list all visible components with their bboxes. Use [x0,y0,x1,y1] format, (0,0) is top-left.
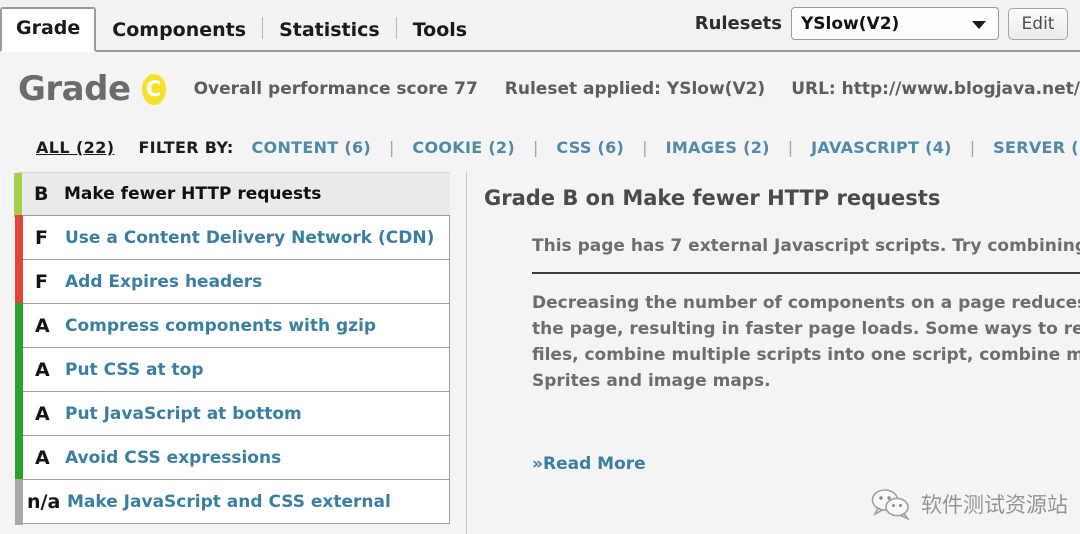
detail-body-line: files, combine multiple scripts into one… [532,345,1080,365]
grade-summary: Grade C Overall performance score 77 Rul… [18,62,1080,116]
rule-name-link[interactable]: Add Expires headers [65,272,262,292]
page-url: URL: http://www.blogjava.net/ [791,79,1080,99]
rule-row[interactable]: n/a Make JavaScript and CSS external [15,479,450,525]
rule-grade-letter: A [35,446,50,469]
edit-button[interactable]: Edit [1008,7,1068,40]
overall-score: Overall performance score 77 [193,79,478,99]
rule-grade-bar [15,215,23,261]
rule-name-link[interactable]: Make JavaScript and CSS external [67,492,391,512]
content-area: B Make fewer HTTP requests F Use a Content … [0,172,1080,534]
filter-bar: ALL (22) FILTER BY: CONTENT (6) | COOKIE (… [36,132,1080,162]
tab-grade[interactable]: Grade [0,7,97,52]
filter-link-images[interactable]: IMAGES (2) [666,138,770,157]
filter-separator: | [642,137,648,157]
detail-body: Decreasing the number of components on a… [532,290,1080,394]
filter-separator: | [969,137,976,157]
ruleset-select[interactable]: YSlow(V2) [791,7,999,40]
rule-name-link[interactable]: Compress components with gzip [65,316,376,336]
filter-link-cookie[interactable]: COOKIE (2) [412,138,515,157]
rule-grade-letter: A [35,314,50,337]
detail-title: Grade B on Make fewer HTTP requests [484,186,941,210]
grade-word: Grade [18,69,131,109]
yslow-panel: Grade Components Statistics Tools Rulesets … [0,0,1080,534]
wechat-icon [871,489,910,520]
rule-grade-letter: F [35,226,48,249]
detail-body-line: the page, resulting in faster page loads… [532,319,1080,339]
filter-link-javascript[interactable]: JAVASCRIPT (4) [811,138,952,157]
filter-link-server[interactable]: SERVER (5) [993,138,1080,157]
panel-divider [466,172,467,534]
rule-row[interactable]: A Put CSS at top [15,347,450,393]
ruleset-applied: Ruleset applied: YSlow(V2) [504,79,766,99]
filter-link-list: CONTENT (6) | COOKIE (2) | CSS (6) | IMAGES (2… [234,138,1080,157]
rule-name-link[interactable]: Use a Content Delivery Network (CDN) [65,228,434,248]
detail-body-line: Sprites and image maps. [532,371,771,391]
read-more-link[interactable]: »Read More [532,454,646,474]
rule-grade-letter: A [35,402,50,425]
filter-separator: | [389,137,395,157]
rule-detail-panel: Grade B on Make fewer HTTP requests This… [484,172,1080,534]
chevron-down-icon [972,20,986,29]
ruleset-select-value: YSlow(V2) [801,13,900,34]
rule-grade-bar [15,347,23,393]
rule-grade-letter: n/a [27,490,61,513]
rule-grade-bar [15,303,23,349]
rule-name-link[interactable]: Make fewer HTTP requests [64,184,321,204]
rule-grade-bar [15,259,23,305]
filter-all[interactable]: ALL (22) [36,138,114,157]
rule-grade-bar [15,479,23,525]
rule-row[interactable]: A Compress components with gzip [15,303,450,349]
rule-name-link[interactable]: Avoid CSS expressions [65,448,281,468]
rule-grade-letter: B [34,183,49,205]
rule-name-link[interactable]: Put JavaScript at bottom [65,404,302,424]
rule-row[interactable]: A Avoid CSS expressions [15,435,450,481]
rulesets-label: Rulesets [694,13,782,34]
tab-statistics[interactable]: Statistics [263,21,396,50]
ruleset-control: Rulesets YSlow(V2) Edit [695,7,1068,40]
filter-separator: | [787,137,794,157]
detail-body-line: Decreasing the number of components on a… [532,293,1080,313]
tab-list: Grade Components Statistics Tools [0,0,483,52]
rule-row[interactable]: F Add Expires headers [15,259,450,305]
filter-link-content[interactable]: CONTENT (6) [252,138,372,157]
watermark-text: 软件测试资源站 [921,493,1068,517]
rule-name-link[interactable]: Put CSS at top [65,360,204,380]
filter-separator: | [532,137,539,157]
rule-row[interactable]: A Put JavaScript at bottom [15,391,450,437]
rule-grade-bar [15,391,23,437]
detail-lead: This page has 7 external Javascript scri… [532,236,1080,256]
grade-badge: C [141,73,166,105]
watermark: 软件测试资源站 [871,488,1068,520]
tab-bar: Grade Components Statistics Tools Rulesets … [0,0,1080,52]
detail-divider [532,272,1080,274]
rule-grade-letter: F [35,270,48,293]
rule-grade-bar [14,173,22,217]
filter-link-css[interactable]: CSS (6) [556,138,624,157]
rule-row[interactable]: B Make fewer HTTP requests [14,172,450,217]
rule-grade-bar [15,435,23,481]
tab-tools[interactable]: Tools [397,21,483,50]
filter-by-label: FILTER BY: [138,137,234,157]
rule-list: B Make fewer HTTP requests F Use a Content … [14,172,450,525]
tab-components[interactable]: Components [96,21,262,50]
rule-grade-letter: A [35,358,50,381]
rule-row[interactable]: F Use a Content Delivery Network (CDN) [15,215,450,261]
